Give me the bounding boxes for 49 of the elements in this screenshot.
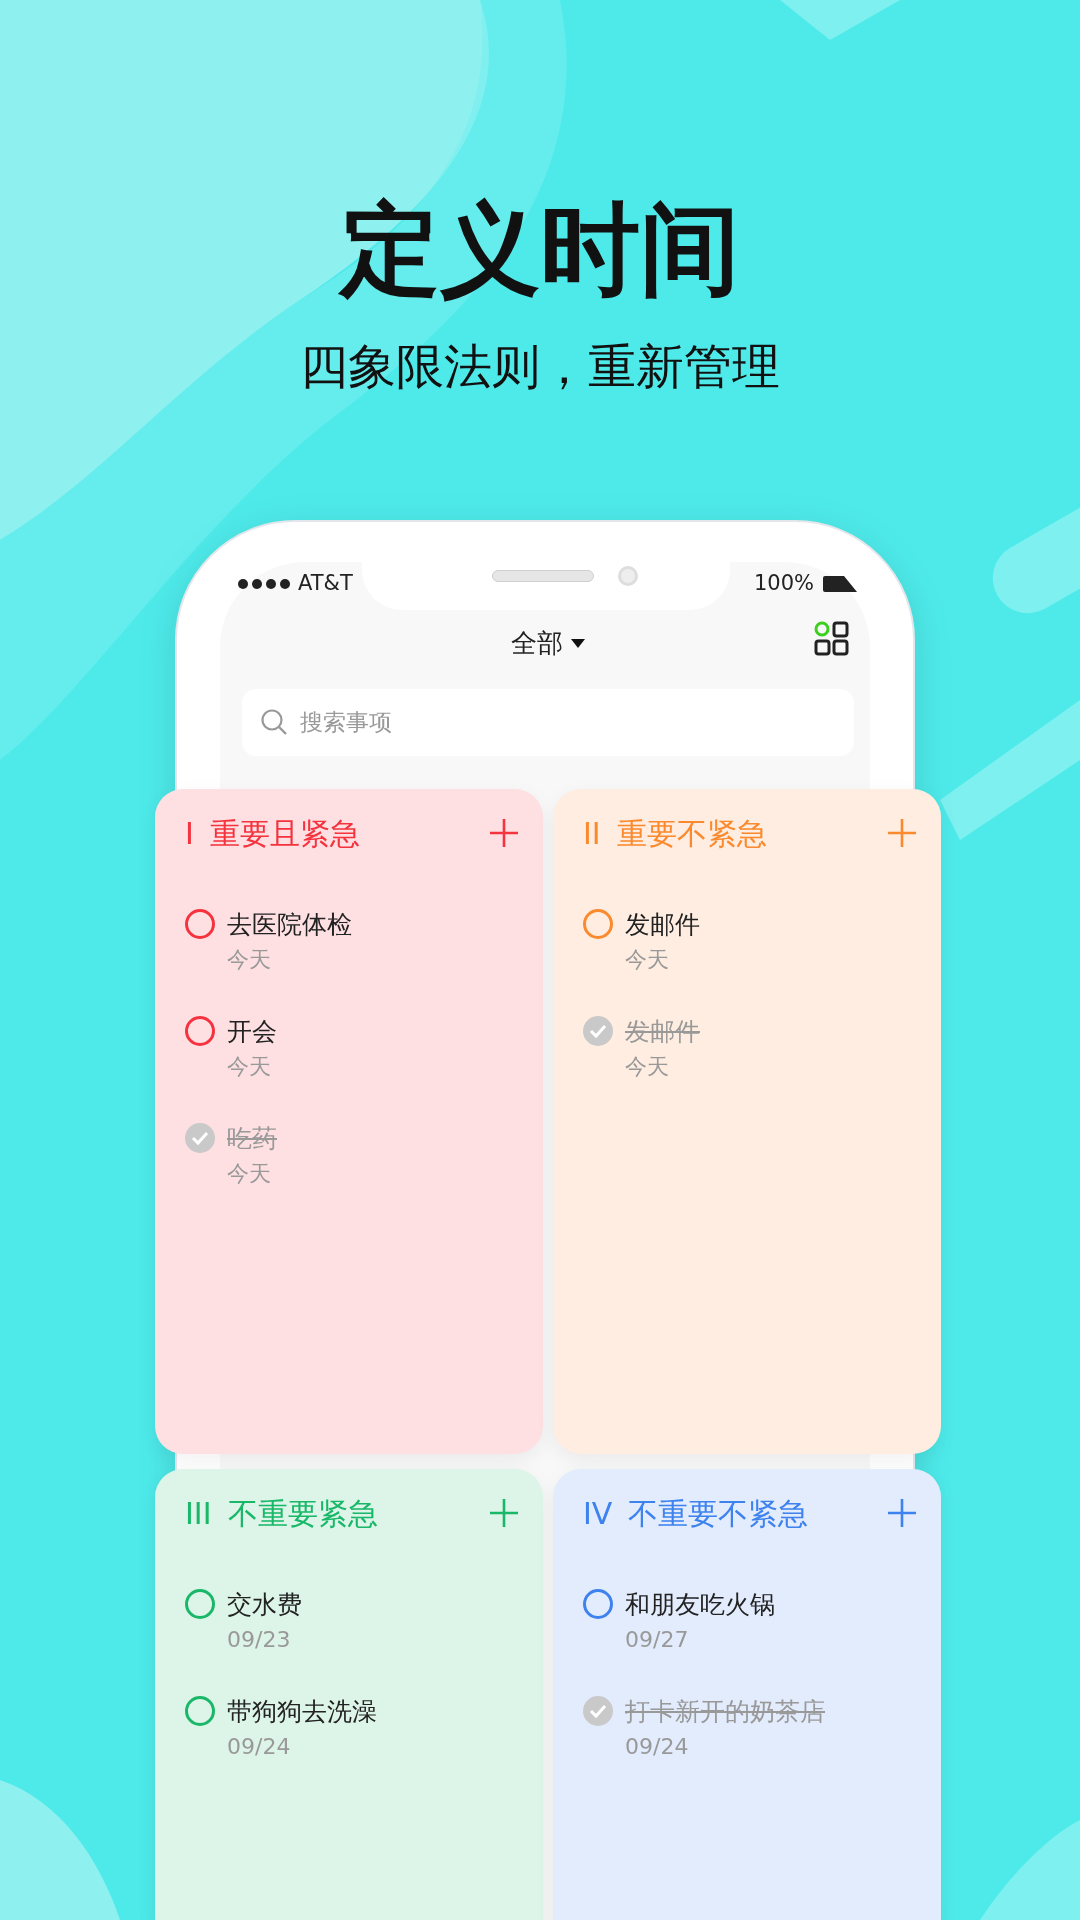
task-checkbox[interactable]: [583, 1696, 613, 1727]
task-title: 去医院体检: [227, 908, 352, 941]
quadrant-numeral: II: [583, 814, 601, 853]
quadrant-numeral: III: [185, 1494, 212, 1533]
task-checkbox[interactable]: [185, 909, 215, 940]
add-icon[interactable]: [489, 818, 519, 849]
grid-view-icon[interactable]: [814, 620, 850, 657]
carrier-name: AT&T: [298, 569, 353, 597]
task-title: 和朋友吃火锅: [625, 1588, 775, 1621]
task-title: 带狗狗去洗澡: [227, 1695, 377, 1728]
quadrant-title: 不重要紧急: [227, 1494, 378, 1533]
task-title: 吃药: [227, 1122, 277, 1155]
task-checkbox[interactable]: [583, 1016, 613, 1047]
task-checkbox[interactable]: [185, 1123, 215, 1154]
task-date: 今天: [227, 1161, 271, 1187]
subtitle: 四象限法则，重新管理: [300, 338, 780, 396]
task-title: 开会: [227, 1015, 277, 1048]
caret-icon: [571, 639, 585, 649]
task-checkbox[interactable]: [583, 909, 613, 940]
task-date: 09/27: [625, 1627, 689, 1653]
task-date: 09/24: [625, 1734, 689, 1760]
quadrant-title: 不重要不紧急: [628, 1494, 809, 1533]
quadrant-numeral: IV: [583, 1494, 613, 1533]
task-date: 今天: [227, 947, 271, 973]
task-date: 今天: [625, 1054, 669, 1080]
task-date: 今天: [625, 947, 669, 973]
task-date: 今天: [227, 1054, 271, 1080]
search-field[interactable]: 搜索事项: [242, 688, 854, 756]
add-icon[interactable]: [489, 1498, 519, 1529]
task-checkbox[interactable]: [185, 1696, 215, 1727]
signal-icon: [238, 578, 290, 589]
quadrant-numeral: I: [185, 814, 194, 853]
task-date: 09/23: [227, 1627, 291, 1653]
task-title: 发邮件: [625, 908, 700, 941]
add-icon[interactable]: [887, 1498, 917, 1529]
battery-percent: 100%: [753, 569, 814, 597]
quadrant-title: 重要不紧急: [616, 814, 767, 853]
task-checkbox[interactable]: [583, 1589, 613, 1620]
filter-dropdown[interactable]: 全部: [511, 624, 585, 664]
search-icon: [260, 707, 288, 736]
task-title: 发邮件: [625, 1015, 700, 1048]
task-title: 交水费: [227, 1588, 302, 1621]
task-title: 打卡新开的奶茶店: [625, 1695, 825, 1728]
quadrant-title: 重要且紧急: [209, 814, 360, 853]
task-checkbox[interactable]: [185, 1016, 215, 1047]
headline: 定义时间: [340, 190, 740, 310]
add-icon[interactable]: [887, 818, 917, 849]
task-date: 09/24: [227, 1734, 291, 1760]
task-checkbox[interactable]: [185, 1589, 215, 1620]
